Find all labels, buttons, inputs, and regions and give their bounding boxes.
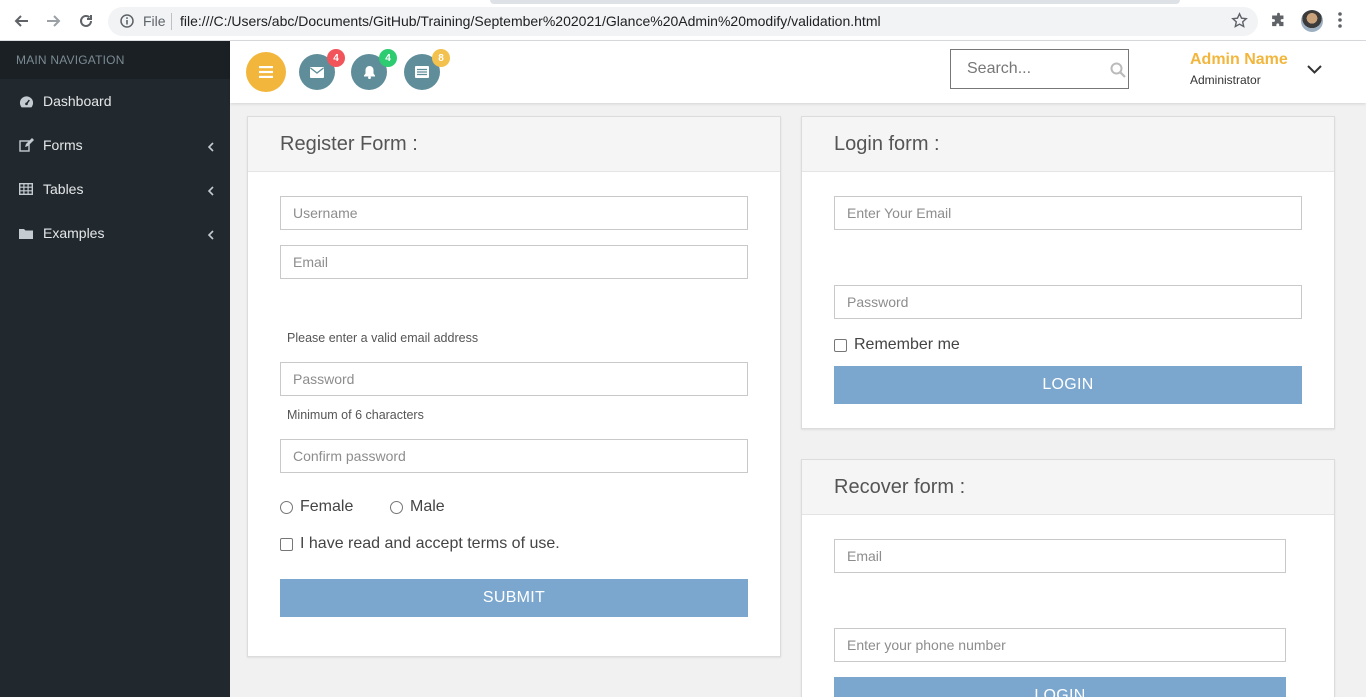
hamburger-icon [259, 66, 273, 78]
admin-role: Administrator [1190, 73, 1261, 87]
recover-form-panel: Recover form : LOGIN [801, 459, 1335, 697]
terms-option[interactable]: I have read and accept terms of use. [280, 535, 560, 553]
remember-me-option[interactable]: Remember me [834, 336, 960, 354]
edit-icon [18, 137, 34, 153]
notifications-button[interactable]: 4 [351, 49, 397, 90]
phone-input[interactable] [835, 629, 1285, 661]
username-field [280, 196, 748, 230]
register-email-field [280, 245, 748, 279]
active-tab-edge [490, 0, 1180, 4]
info-icon[interactable] [120, 14, 134, 33]
recover-email-input[interactable] [835, 540, 1285, 572]
female-label: Female [300, 498, 354, 515]
search-box [950, 49, 1129, 89]
forward-button[interactable] [43, 10, 65, 32]
forward-arrow-icon [47, 15, 61, 27]
remember-me-checkbox[interactable] [834, 338, 847, 352]
admin-name[interactable]: Admin Name [1190, 51, 1288, 69]
chevron-left-icon [207, 183, 214, 199]
omnibox-divider [171, 13, 172, 30]
sidebar-item-examples[interactable]: Examples [0, 211, 230, 255]
profile-avatar[interactable] [1301, 10, 1323, 32]
reload-button[interactable] [75, 10, 97, 32]
search-input[interactable] [951, 50, 1128, 88]
notifications-count-badge: 4 [379, 49, 397, 67]
envelope-icon [310, 66, 324, 78]
search-icon[interactable] [1110, 62, 1126, 83]
sidebar-item-label: Dashboard [43, 93, 112, 109]
phone-field [834, 628, 1286, 662]
messages-count-badge: 4 [327, 49, 345, 67]
messages-button[interactable]: 4 [299, 49, 345, 90]
login-password-input[interactable] [835, 286, 1301, 318]
sidebar-item-label: Examples [43, 225, 105, 241]
file-scheme-label: File [143, 13, 166, 29]
chevron-left-icon [207, 227, 214, 243]
tasks-button[interactable]: 8 [404, 49, 450, 90]
register-email-input[interactable] [281, 246, 747, 278]
male-radio[interactable] [390, 500, 403, 514]
chevron-left-icon [207, 139, 214, 155]
email-help-text: Please enter a valid email address [287, 331, 479, 345]
back-button[interactable] [10, 10, 32, 32]
browser-toolbar: File file:///C:/Users/abc/Documents/GitH… [0, 0, 1366, 41]
reload-icon [80, 14, 92, 27]
confirm-password-input[interactable] [281, 440, 747, 472]
submit-button[interactable]: SUBMIT [280, 579, 748, 617]
recover-email-field [834, 539, 1286, 573]
sidebar: MAIN NAVIGATION Dashboard Forms Tables E… [0, 41, 230, 697]
username-input[interactable] [281, 197, 747, 229]
top-header: 4 4 8 Admin Name Administrator [230, 41, 1366, 103]
back-arrow-icon [14, 15, 28, 27]
register-form-panel: Register Form : Please enter a valid ema… [247, 116, 781, 657]
register-password-field [280, 362, 748, 396]
login-button[interactable]: LOGIN [834, 366, 1302, 404]
sidebar-item-label: Tables [43, 181, 84, 197]
sidebar-header: MAIN NAVIGATION [0, 41, 230, 79]
male-label: Male [410, 498, 445, 515]
tasks-list-icon [415, 66, 429, 78]
register-form-title: Register Form : [248, 117, 780, 172]
sidebar-item-forms[interactable]: Forms [0, 123, 230, 167]
gender-female-option[interactable]: Female [280, 498, 353, 516]
more-menu-icon[interactable] [1338, 12, 1342, 33]
login-email-field [834, 196, 1302, 230]
recover-login-button[interactable]: LOGIN [834, 677, 1286, 697]
chevron-down-icon[interactable] [1307, 61, 1322, 79]
login-email-input[interactable] [835, 197, 1301, 229]
menu-toggle-button[interactable] [246, 52, 286, 92]
sidebar-item-label: Forms [43, 137, 83, 153]
sidebar-item-tables[interactable]: Tables [0, 167, 230, 211]
tasks-count-badge: 8 [432, 49, 450, 67]
female-radio[interactable] [280, 500, 293, 514]
folder-icon [18, 225, 34, 241]
login-password-field [834, 285, 1302, 319]
register-password-input[interactable] [281, 363, 747, 395]
gender-male-option[interactable]: Male [390, 498, 445, 516]
recover-form-title: Recover form : [802, 460, 1334, 515]
bookmark-star-icon[interactable] [1231, 12, 1248, 34]
terms-label: I have read and accept terms of use. [300, 535, 560, 552]
confirm-password-field [280, 439, 748, 473]
login-form-panel: Login form : Remember me LOGIN [801, 116, 1335, 429]
address-bar[interactable]: File file:///C:/Users/abc/Documents/GitH… [108, 7, 1258, 36]
dashboard-icon [18, 93, 34, 109]
login-form-title: Login form : [802, 117, 1334, 172]
url-text[interactable]: file:///C:/Users/abc/Documents/GitHub/Tr… [180, 13, 881, 29]
table-icon [18, 181, 34, 197]
terms-checkbox[interactable] [280, 537, 293, 551]
extensions-puzzle-icon[interactable] [1270, 12, 1287, 34]
remember-me-label: Remember me [854, 336, 960, 353]
bell-icon [363, 66, 375, 79]
sidebar-item-dashboard[interactable]: Dashboard [0, 79, 230, 123]
password-help-text: Minimum of 6 characters [287, 408, 424, 422]
